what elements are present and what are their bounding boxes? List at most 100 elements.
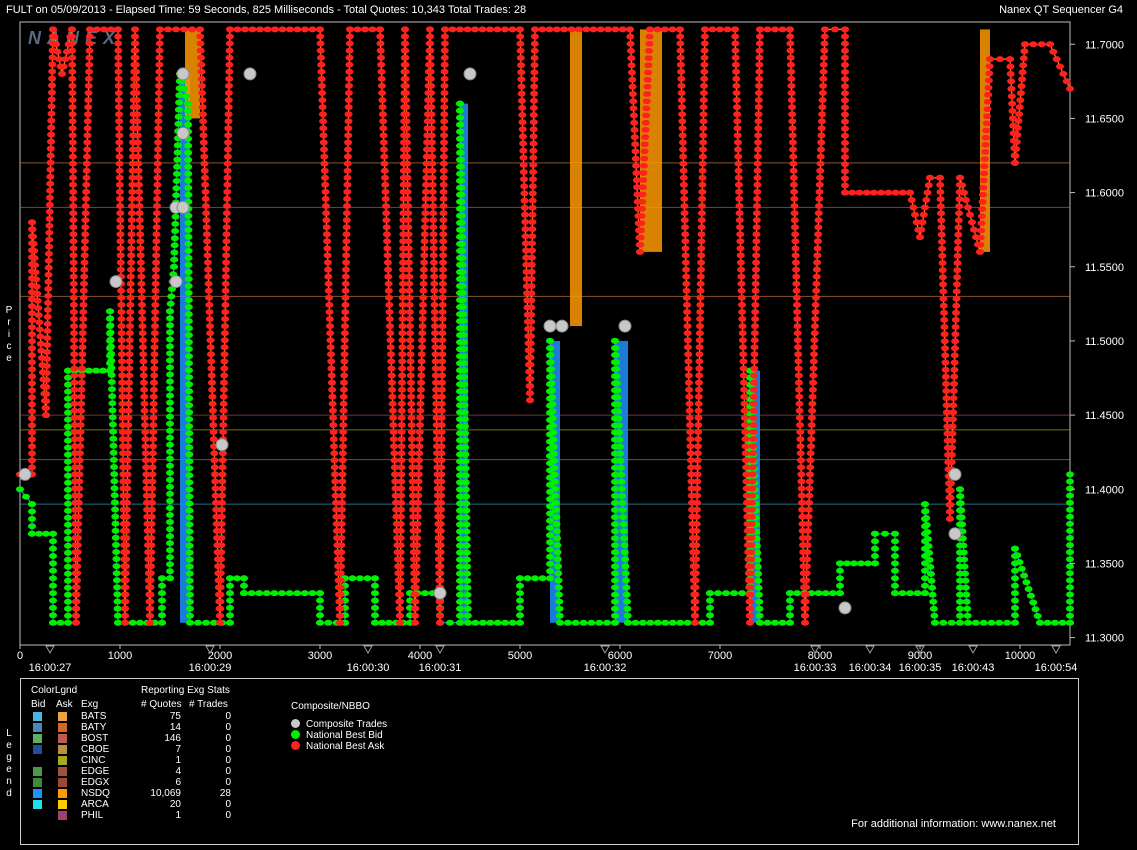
time-label: 16:00:35 (899, 662, 942, 674)
ask-point (126, 316, 135, 322)
ask-point (731, 26, 739, 33)
ask-point (28, 331, 36, 338)
ask-point (653, 26, 662, 33)
ask-point (75, 492, 83, 499)
bid-point (385, 619, 393, 626)
ask-point (141, 429, 150, 435)
ask-point (340, 337, 349, 344)
ask-point (384, 280, 393, 287)
bid-point (107, 357, 116, 364)
ask-point (43, 335, 52, 341)
ask-point (70, 316, 78, 322)
ask-point (150, 365, 159, 372)
bid-point (462, 521, 471, 528)
ask-point (789, 181, 798, 188)
ask-point (820, 47, 829, 54)
ask-point (378, 111, 387, 118)
ask-point (802, 584, 811, 591)
ask-point (528, 233, 537, 240)
ask-point (84, 90, 93, 96)
ask-point (206, 323, 214, 330)
bid-point (172, 185, 181, 192)
ask-point (1037, 41, 1046, 48)
ask-point (134, 153, 143, 160)
bid-point (185, 388, 194, 395)
ask-point (416, 400, 425, 407)
ask-point (695, 337, 704, 344)
ask-point (74, 535, 82, 541)
ask-point (517, 69, 526, 76)
ask-point (344, 139, 353, 146)
ask-point (428, 174, 437, 181)
ask-point (134, 146, 142, 153)
ask-point (677, 68, 686, 75)
bid-point (622, 577, 630, 584)
bid-point (324, 619, 333, 626)
ask-point (698, 174, 707, 181)
bid-point (552, 507, 560, 513)
bid-point (202, 619, 210, 626)
ask-point (746, 584, 755, 591)
bid-point (166, 476, 174, 483)
ask-point (42, 405, 51, 412)
bid-point (786, 604, 794, 611)
ask-point (436, 535, 445, 541)
bid-point (64, 535, 72, 542)
bid-point (185, 542, 194, 549)
bid-point (458, 240, 467, 247)
bid-point (546, 517, 554, 524)
ask-point (807, 443, 815, 450)
ask-point (152, 252, 161, 259)
ask-point (342, 210, 351, 217)
ask-point (430, 309, 439, 315)
ask-point (734, 153, 743, 160)
ask-point (437, 506, 445, 513)
bid-point (546, 352, 555, 358)
ask-point (1008, 108, 1017, 114)
ask-point (155, 68, 164, 75)
ask-point (676, 54, 685, 61)
ask-point (401, 47, 410, 54)
bid-point (668, 619, 677, 626)
ask-color-swatch (58, 734, 67, 743)
ask-point (753, 160, 762, 167)
ask-point (527, 297, 536, 304)
ask-point (426, 33, 435, 40)
ask-point (123, 464, 132, 471)
bid-point (611, 337, 619, 344)
bid-point (456, 100, 464, 107)
trade-point (555, 319, 569, 333)
ask-point (137, 287, 146, 294)
ask-color-swatch (58, 767, 67, 776)
ask-point (420, 252, 429, 259)
ask-point (397, 443, 406, 450)
bid-point (548, 415, 557, 422)
ask-point (114, 90, 123, 96)
y-tick-label: 11.4500 (1085, 410, 1124, 422)
bid-point (611, 345, 620, 351)
bid-point (638, 619, 647, 626)
bid-point (456, 142, 465, 149)
ask-point (151, 316, 160, 322)
time-label: 16:00:43 (952, 662, 995, 674)
ask-point (337, 506, 346, 513)
bid-point (166, 357, 174, 364)
ask-point (204, 287, 213, 294)
ask-point (696, 323, 704, 330)
ask-point (530, 76, 539, 83)
bid-point (548, 394, 556, 401)
ask-point (680, 195, 689, 202)
ask-point (818, 90, 827, 96)
ask-point (427, 118, 436, 125)
ask-point (377, 82, 386, 89)
ask-point (639, 162, 648, 169)
bid-point (755, 605, 764, 612)
ask-point (223, 195, 232, 202)
bid-point (185, 514, 194, 521)
ask-point (440, 104, 449, 111)
bid-point (184, 325, 193, 332)
trade-point (243, 67, 257, 81)
ask-point (221, 323, 229, 330)
ask-point (732, 97, 741, 104)
ask-point (641, 134, 650, 141)
